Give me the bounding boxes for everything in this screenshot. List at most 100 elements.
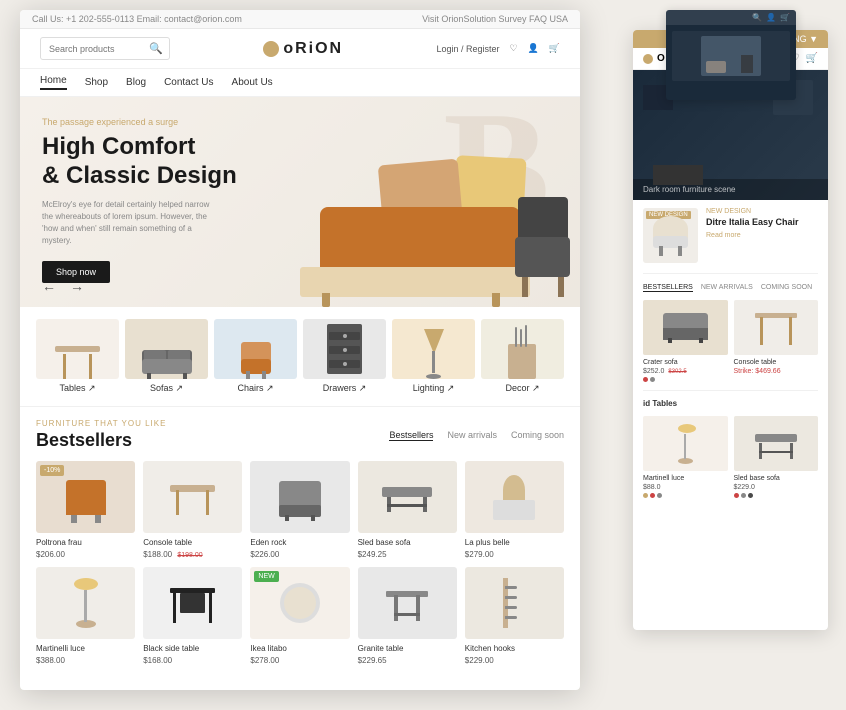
search-input[interactable] (49, 44, 149, 54)
side-product-sled2[interactable]: Sled base sofa $229.0 (734, 416, 819, 498)
nav-item-shop[interactable]: Shop (85, 77, 108, 88)
mini-furniture1 (706, 61, 726, 73)
side-martinelli-name: Martinell luce (643, 475, 728, 482)
search-box[interactable]: 🔍 (40, 37, 170, 60)
wishlist-icon[interactable]: ♡ (509, 43, 517, 54)
product-blacktable[interactable]: Black side table $168.00 (143, 567, 242, 665)
user-icon[interactable]: 👤 (528, 43, 539, 54)
product-martinelli[interactable]: Martinelli luce $388.00 (36, 567, 135, 665)
chair-mini-leg2 (262, 371, 266, 379)
category-chairs-image (214, 319, 297, 379)
side-tab-new[interactable]: NEW ARRIVALS (701, 284, 753, 292)
sofa-mini-leg1 (147, 373, 151, 379)
easy-chair-shape (653, 216, 688, 256)
side-sofa-price: $252.0 $302.5 (643, 368, 728, 375)
side-tab-coming[interactable]: COMING SOON (761, 284, 812, 292)
sc-leg2 (789, 317, 792, 345)
product-labelle[interactable]: La plus belle $279.00 (465, 461, 564, 559)
product-console-price: $188.00 $198.00 (143, 550, 242, 559)
poltrona-leg (71, 515, 77, 523)
sl-pole (684, 434, 686, 459)
side-section2-title: id Tables (643, 399, 818, 408)
main-browser-window: Call Us: +1 202-555-0113 Email: contact@… (20, 10, 580, 690)
tab-bestsellers[interactable]: Bestsellers (389, 430, 433, 441)
brand-name: oRiON (283, 40, 343, 58)
category-chairs[interactable]: Chairs ↗ (214, 319, 297, 394)
tab-coming-soon[interactable]: Coming soon (511, 430, 564, 441)
decor-icon (503, 329, 543, 379)
product-hooks[interactable]: Kitchen hooks $229.00 (465, 567, 564, 665)
product-granite[interactable]: Granite table $229.65 (358, 567, 457, 665)
nav-item-blog[interactable]: Blog (126, 77, 146, 88)
category-lighting-image (392, 319, 475, 379)
contact-info: Call Us: +1 202-555-0113 Email: contact@… (32, 14, 242, 24)
side-products2-grid: Martinell luce $88.0 (643, 416, 818, 498)
side-tab-bestsellers[interactable]: BESTSELLERS (643, 284, 693, 292)
main-nav: Home Shop Blog Contact Us About Us (20, 69, 580, 97)
logo[interactable]: oRiON (263, 40, 343, 58)
product-eden[interactable]: Eden rock $226.00 (250, 461, 349, 559)
category-tables[interactable]: Tables ↗ (36, 319, 119, 394)
product-poltrona-name: Poltrona frau (36, 538, 135, 547)
sofa-mini-leg2 (183, 373, 187, 379)
drawer-handle2 (343, 348, 347, 352)
prev-arrow[interactable]: ← (40, 277, 58, 295)
side-cart-icon[interactable]: 🛒 (806, 53, 818, 64)
dot-gold[interactable] (643, 493, 648, 498)
dot-red3[interactable] (734, 493, 739, 498)
tab-new-arrivals[interactable]: New arrivals (447, 430, 497, 441)
side-product-sofa[interactable]: Crater sofa $252.0 $302.5 (643, 300, 728, 382)
knife3 (525, 325, 527, 347)
side-sofa-name: Crater sofa (643, 359, 728, 366)
drawer-handle1 (343, 334, 347, 338)
dot-gray3[interactable] (741, 493, 746, 498)
side-console-image (734, 300, 819, 355)
dot-gray2[interactable] (657, 493, 662, 498)
category-lighting[interactable]: Lighting ↗ (392, 319, 475, 394)
mini-search-icon[interactable]: 🔍 (752, 13, 762, 22)
dot-red2[interactable] (650, 493, 655, 498)
side-featured-link[interactable]: Read more (706, 232, 799, 239)
product-ikea[interactable]: NEW Ikea litabo $278.00 (250, 567, 349, 665)
product-granite-name: Granite table (358, 644, 457, 653)
login-link[interactable]: Login / Register (436, 44, 499, 54)
nav-item-home[interactable]: Home (40, 75, 67, 90)
eden-shape (279, 477, 321, 517)
product-ikea-badge: NEW (254, 571, 278, 582)
product-poltrona[interactable]: -10% Poltrona frau $206.00 (36, 461, 135, 559)
nav-item-about[interactable]: About Us (232, 77, 273, 88)
side-product-martinelli[interactable]: Martinell luce $88.0 (643, 416, 728, 498)
lamp-shade-round (74, 578, 98, 590)
sl-shade (678, 424, 696, 433)
cart-icon[interactable]: 🛒 (549, 43, 560, 54)
mini-user-icon[interactable]: 👤 (766, 13, 776, 22)
side-hero-text: Dark room furniture scene (643, 185, 818, 194)
bestsellers-tabs: Bestsellers New arrivals Coming soon (389, 430, 564, 441)
category-decor[interactable]: Decor ↗ (481, 319, 564, 394)
utility-bar-left: Call Us: +1 202-555-0113 Email: contact@… (32, 14, 242, 24)
product-sled[interactable]: Sled base sofa $249.25 (358, 461, 457, 559)
dot-dark[interactable] (748, 493, 753, 498)
product-console[interactable]: Console table $188.00 $198.00 (143, 461, 242, 559)
bestsellers-label: Furniture that you like (36, 419, 166, 428)
survey-link[interactable]: Visit OrionSolution Survey FAQ USA (422, 14, 568, 24)
category-sofas[interactable]: Sofas ↗ (125, 319, 208, 394)
side-martinelli-image (643, 416, 728, 471)
mini-image-area (672, 31, 790, 81)
nav-item-contact[interactable]: Contact Us (164, 77, 213, 88)
chair-icon (236, 334, 276, 379)
product-poltrona-price: $206.00 (36, 550, 135, 559)
category-drawers[interactable]: Drawers ↗ (303, 319, 386, 394)
side-section2: id Tables Martinell luce $88.0 (643, 390, 818, 498)
product-granite-price: $229.65 (358, 656, 457, 665)
search-icon[interactable]: 🔍 (149, 42, 163, 55)
dot-red[interactable] (643, 377, 648, 382)
product-blacktable-name: Black side table (143, 644, 242, 653)
side-product-console[interactable]: Console table Strike: $469.66 (734, 300, 819, 382)
mini-cart-icon[interactable]: 🛒 (780, 13, 790, 22)
product-console-name: Console table (143, 538, 242, 547)
accent-chair-leg1 (558, 277, 564, 297)
category-lighting-label: Lighting ↗ (413, 383, 455, 394)
next-arrow[interactable]: → (68, 277, 86, 295)
dot-gray[interactable] (650, 377, 655, 382)
